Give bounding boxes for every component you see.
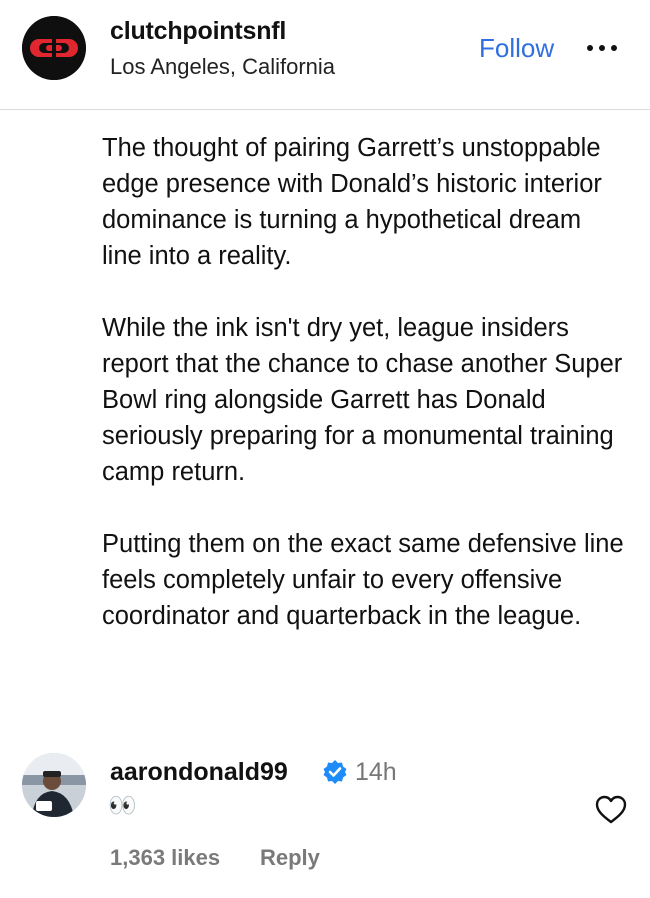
caption-paragraph: The thought of pairing Garrett’s unstopp…: [102, 134, 602, 270]
heart-outline-icon: [595, 795, 627, 824]
clutchpoints-avatar[interactable]: [22, 16, 86, 80]
caption-paragraph: Putting them on the exact same defensive…: [102, 530, 624, 630]
clutchpoints-logo-icon: [22, 16, 86, 80]
verified-badge-icon: [322, 759, 348, 785]
avatar-photo-icon: [22, 753, 86, 817]
follow-button[interactable]: Follow: [479, 33, 554, 64]
post-header: clutchpointsnfl Los Angeles, California …: [0, 0, 650, 110]
more-horizontal-icon: [587, 45, 617, 51]
caption-paragraph: While the ink isn't dry yet, league insi…: [102, 314, 623, 486]
comment: aarondonald99 14h 👀 1,363 likes Reply: [0, 748, 650, 898]
more-options-button[interactable]: [585, 38, 625, 58]
like-comment-button[interactable]: [594, 793, 628, 827]
commenter-username[interactable]: aarondonald99: [110, 758, 288, 787]
post-caption: The thought of pairing Garrett’s unstopp…: [102, 130, 627, 670]
comment-likes-count[interactable]: 1,363 likes: [110, 845, 220, 871]
reply-button[interactable]: Reply: [260, 845, 320, 871]
post-username[interactable]: clutchpointsnfl: [110, 17, 286, 46]
commenter-avatar[interactable]: [22, 753, 86, 817]
header-divider: [0, 109, 650, 110]
post-location[interactable]: Los Angeles, California: [110, 54, 335, 80]
comment-timestamp: 14h: [355, 758, 397, 786]
comment-text: 👀: [108, 792, 137, 818]
